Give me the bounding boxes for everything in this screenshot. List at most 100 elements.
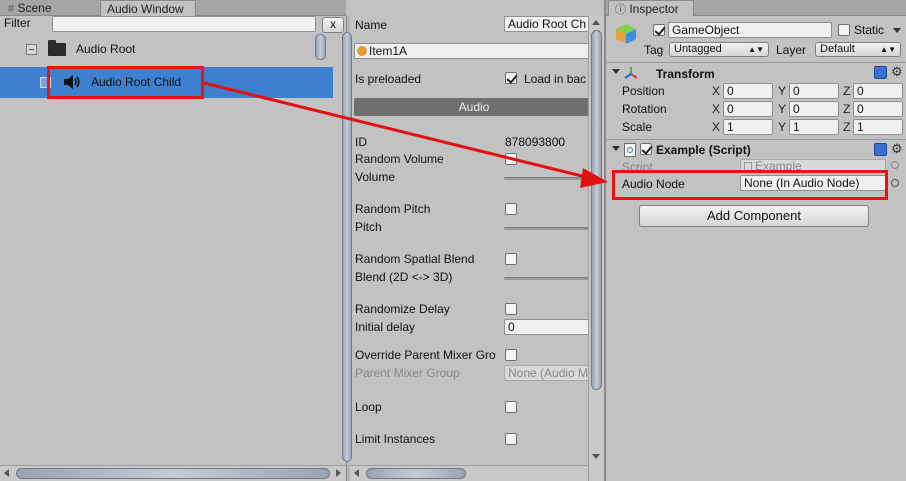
- tag-dropdown[interactable]: Untagged ▲▼: [669, 42, 769, 57]
- override-parent-mixer-label: Override Parent Mixer Gro: [355, 348, 496, 362]
- tree-hscroll-thumb[interactable]: [16, 468, 330, 479]
- gear-icon[interactable]: ⚙: [891, 64, 903, 80]
- item-toggle-icon[interactable]: [40, 77, 51, 88]
- divider: [606, 62, 906, 63]
- randomize-delay-label: Randomize Delay: [355, 302, 450, 316]
- rotation-y-input[interactable]: 0: [789, 101, 839, 117]
- scroll-up-icon[interactable]: [592, 20, 600, 25]
- tab-audio-window[interactable]: Audio Window: [100, 0, 196, 16]
- axis-x-label: X: [712, 84, 721, 98]
- tree-item-audio-root-child[interactable]: Audio Root Child: [0, 67, 333, 98]
- initial-delay-input[interactable]: 0: [504, 319, 590, 335]
- scroll-down-icon[interactable]: [592, 454, 600, 459]
- random-volume-checkbox[interactable]: [505, 153, 517, 165]
- loop-checkbox[interactable]: [505, 401, 517, 413]
- static-dropdown-icon[interactable]: [893, 28, 901, 33]
- add-component-button[interactable]: Add Component: [639, 205, 869, 227]
- audio-section-header[interactable]: Audio: [354, 98, 590, 116]
- volume-slider[interactable]: [504, 177, 590, 180]
- blend-slider[interactable]: [504, 277, 590, 280]
- example-script-header[interactable]: Example (Script) ⚙: [606, 141, 906, 159]
- help-book-icon[interactable]: [874, 66, 887, 79]
- foldout-icon[interactable]: [612, 69, 620, 74]
- tree-scrollbar-thumb[interactable]: [315, 34, 326, 60]
- axis-y-label: Y: [778, 84, 787, 98]
- limit-instances-checkbox[interactable]: [505, 433, 517, 445]
- pitch-slider[interactable]: [504, 227, 590, 230]
- filter-label: Filter: [4, 16, 31, 30]
- position-x-input[interactable]: 0: [723, 83, 773, 99]
- script-file-icon: [744, 162, 752, 171]
- override-parent-mixer-checkbox[interactable]: [505, 349, 517, 361]
- tree-horizontal-scrollbar[interactable]: [0, 465, 346, 481]
- speaker-icon: [64, 75, 80, 89]
- layer-dropdown[interactable]: Default ▲▼: [815, 42, 901, 57]
- axis-x-label: X: [712, 102, 721, 116]
- transform-title: Transform: [656, 67, 715, 81]
- script-file-icon: [624, 143, 636, 157]
- static-checkbox[interactable]: [838, 24, 850, 36]
- item-field[interactable]: Item1A: [354, 43, 590, 59]
- position-y-input[interactable]: 0: [789, 83, 839, 99]
- tag-label: Tag: [644, 43, 664, 57]
- transform-header[interactable]: Transform ⚙: [606, 64, 906, 82]
- random-pitch-checkbox[interactable]: [505, 203, 517, 215]
- divider: [606, 139, 906, 140]
- object-picker-icon[interactable]: [891, 179, 899, 187]
- rotation-z-input[interactable]: 0: [853, 101, 903, 117]
- foldout-icon[interactable]: [612, 146, 620, 151]
- audio-node-field[interactable]: None (In Audio Node): [740, 175, 886, 191]
- randomize-delay-checkbox[interactable]: [505, 303, 517, 315]
- scroll-left-icon[interactable]: [4, 469, 9, 477]
- scroll-right-icon[interactable]: [336, 469, 341, 477]
- pitch-label: Pitch: [355, 220, 382, 234]
- is-preloaded-label: Is preloaded: [355, 72, 422, 86]
- scale-z-input[interactable]: 1: [853, 119, 903, 135]
- left-tab-bar: # Scene Audio Window: [0, 0, 346, 16]
- tree-item-label: Audio Root Child: [91, 75, 182, 89]
- limit-instances-label: Limit Instances: [355, 432, 436, 446]
- clear-filter-button[interactable]: x: [322, 17, 344, 33]
- script-label: Script: [622, 160, 653, 174]
- random-volume-label: Random Volume: [355, 152, 444, 166]
- object-picker-icon[interactable]: [891, 161, 899, 169]
- parent-mixer-group-field[interactable]: None (Audio M: [504, 365, 590, 381]
- id-value: 878093800: [505, 135, 566, 149]
- parent-mixer-group-label: Parent Mixer Group: [355, 366, 460, 380]
- properties-hscroll-thumb[interactable]: [366, 468, 466, 479]
- name-label: Name: [355, 18, 388, 32]
- random-spatial-blend-checkbox[interactable]: [505, 253, 517, 265]
- name-input[interactable]: Audio Root Ch: [504, 16, 590, 32]
- help-book-icon[interactable]: [874, 143, 887, 156]
- transform-axes-icon: [624, 67, 638, 79]
- id-label: ID: [355, 135, 367, 149]
- scale-y-input[interactable]: 1: [789, 119, 839, 135]
- properties-horizontal-scrollbar[interactable]: [350, 465, 590, 481]
- audio-properties-panel: Name Audio Root Ch Item1A Is preloaded L…: [350, 16, 590, 481]
- rotation-x-input[interactable]: 0: [723, 101, 773, 117]
- tree-item-audio-root[interactable]: Audio Root: [0, 36, 330, 64]
- scroll-left-icon[interactable]: [354, 469, 359, 477]
- rotation-label: Rotation: [622, 102, 667, 116]
- tree-item-label: Audio Root: [76, 42, 136, 56]
- filter-input[interactable]: [52, 16, 316, 32]
- blend-label: Blend (2D <-> 3D): [355, 270, 453, 284]
- axis-z-label: Z: [843, 120, 851, 134]
- script-enabled-checkbox[interactable]: [640, 143, 652, 155]
- tab-inspector[interactable]: ⓘ Inspector: [608, 0, 694, 16]
- gameobject-cube-icon: [616, 24, 636, 44]
- gear-icon[interactable]: ⚙: [891, 141, 903, 157]
- properties-vscroll-thumb[interactable]: [591, 30, 602, 390]
- gameobject-active-checkbox[interactable]: [653, 24, 665, 36]
- collapse-toggle-icon[interactable]: [26, 44, 37, 55]
- folder-icon: [48, 40, 66, 56]
- updown-icon: ▲▼: [880, 45, 896, 54]
- gameobject-name-input[interactable]: GameObject: [668, 22, 832, 38]
- tab-scene[interactable]: # Scene: [4, 0, 84, 16]
- scale-x-input[interactable]: 1: [723, 119, 773, 135]
- load-in-background-checkbox[interactable]: [505, 72, 517, 84]
- position-z-input[interactable]: 0: [853, 83, 903, 99]
- script-field: Example: [740, 159, 886, 173]
- properties-vertical-scrollbar[interactable]: [588, 16, 604, 481]
- axis-z-label: Z: [843, 84, 851, 98]
